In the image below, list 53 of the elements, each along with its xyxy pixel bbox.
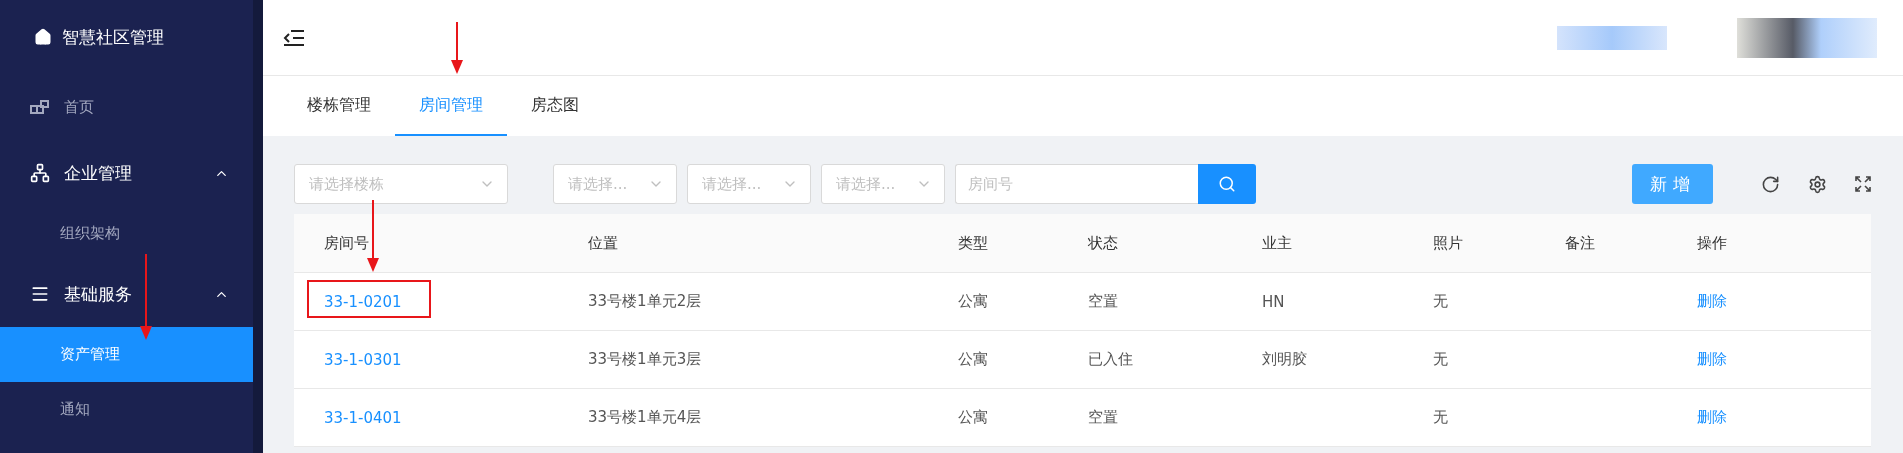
settings-icon[interactable]: [1808, 174, 1827, 194]
home-icon: [34, 28, 52, 46]
search-icon: [1218, 175, 1236, 193]
table-cell: 已入住: [1088, 350, 1133, 369]
column-header: 照片: [1433, 233, 1463, 253]
table-link[interactable]: 33-1-0301: [324, 350, 402, 369]
table-cell: HN: [1262, 292, 1285, 311]
table-cell: 无: [1433, 408, 1448, 427]
annotation-arrow: [367, 200, 379, 272]
table-link[interactable]: 删除: [1697, 408, 1727, 427]
collapse-menu-icon[interactable]: [283, 28, 305, 47]
app-title: 智慧社区管理: [62, 25, 164, 49]
select-field[interactable]: 请选择...: [687, 164, 811, 204]
sidebar-subitem[interactable]: 组织架构: [0, 206, 253, 261]
select-field[interactable]: 请选择楼栋: [294, 164, 508, 204]
table-cell: 公寓: [958, 292, 988, 311]
input-field[interactable]: 房间号: [955, 164, 1198, 204]
table-link[interactable]: 删除: [1697, 350, 1727, 369]
table-cell: 33号楼1单元2层: [588, 292, 702, 311]
add-button[interactable]: 新增: [1632, 164, 1713, 204]
column-header: 房间号: [324, 233, 369, 253]
sidebar-subitem[interactable]: 通知: [0, 382, 253, 437]
select-field[interactable]: 请选择...: [553, 164, 677, 204]
annotation-arrow: [451, 22, 463, 74]
column-header: 操作: [1697, 233, 1727, 253]
table-link[interactable]: 33-1-0401: [324, 408, 402, 427]
table-cell: 公寓: [958, 350, 988, 369]
table-cell: 空置: [1088, 292, 1118, 311]
sidebar-subitem[interactable]: 资产管理: [0, 327, 253, 382]
table-cell: 空置: [1088, 408, 1118, 427]
column-header: 备注: [1565, 233, 1595, 253]
sidebar-group[interactable]: 基础服务: [0, 261, 253, 327]
select-field[interactable]: 请选择...: [821, 164, 945, 204]
table-cell: 无: [1433, 350, 1448, 369]
tab[interactable]: 楼栋管理: [283, 76, 395, 136]
tab[interactable]: 房间管理: [395, 76, 507, 136]
sidebar-item[interactable]: 首页: [0, 74, 253, 140]
column-header: 位置: [588, 233, 618, 253]
column-header: 业主: [1262, 233, 1292, 253]
refresh-icon[interactable]: [1761, 174, 1780, 194]
column-header: 状态: [1088, 233, 1118, 253]
table-cell: 33号楼1单元3层: [588, 350, 702, 369]
sidebar-group[interactable]: 企业管理: [0, 140, 253, 206]
table-cell: 公寓: [958, 408, 988, 427]
tab[interactable]: 房态图: [507, 76, 603, 136]
column-header: 类型: [958, 233, 988, 253]
table-cell: 刘明胶: [1262, 350, 1307, 369]
table-cell: 无: [1433, 292, 1448, 311]
table-link[interactable]: 33-1-0201: [324, 292, 402, 311]
table-link[interactable]: 删除: [1697, 292, 1727, 311]
fullscreen-icon[interactable]: [1855, 176, 1871, 192]
grid-icon: [30, 100, 50, 114]
table-cell: 33号楼1单元4层: [588, 408, 702, 427]
